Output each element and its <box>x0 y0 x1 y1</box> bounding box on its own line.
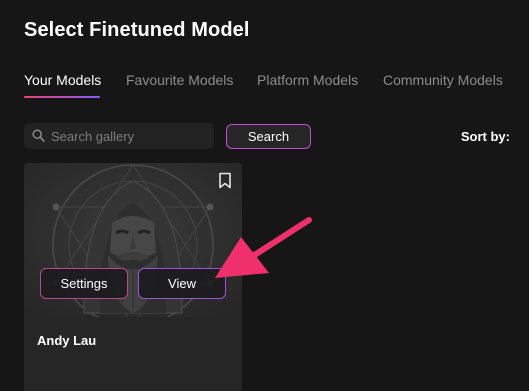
bookmark-icon[interactable] <box>218 172 232 189</box>
search-icon <box>32 129 45 142</box>
model-card-image: Settings View <box>24 163 242 317</box>
select-model-page: Select Finetuned Model Your Models Favou… <box>0 0 529 391</box>
sort-by-label[interactable]: Sort by: <box>461 129 510 144</box>
page-title: Select Finetuned Model <box>24 19 250 41</box>
search-box <box>24 123 214 149</box>
search-button[interactable]: Search <box>226 124 311 149</box>
model-tabs: Your Models Favourite Models Platform Mo… <box>24 72 529 102</box>
tab-community-models[interactable]: Community Models <box>383 72 503 88</box>
tab-platform-models[interactable]: Platform Models <box>257 72 358 88</box>
model-card[interactable]: Settings View Andy Lau <box>24 163 242 391</box>
active-tab-indicator <box>24 96 100 98</box>
search-input[interactable] <box>51 123 206 149</box>
settings-button[interactable]: Settings <box>40 268 128 299</box>
tab-your-models[interactable]: Your Models <box>24 72 101 88</box>
view-button[interactable]: View <box>138 268 226 299</box>
tab-favourite-models[interactable]: Favourite Models <box>126 72 233 88</box>
model-name: Andy Lau <box>37 333 97 348</box>
